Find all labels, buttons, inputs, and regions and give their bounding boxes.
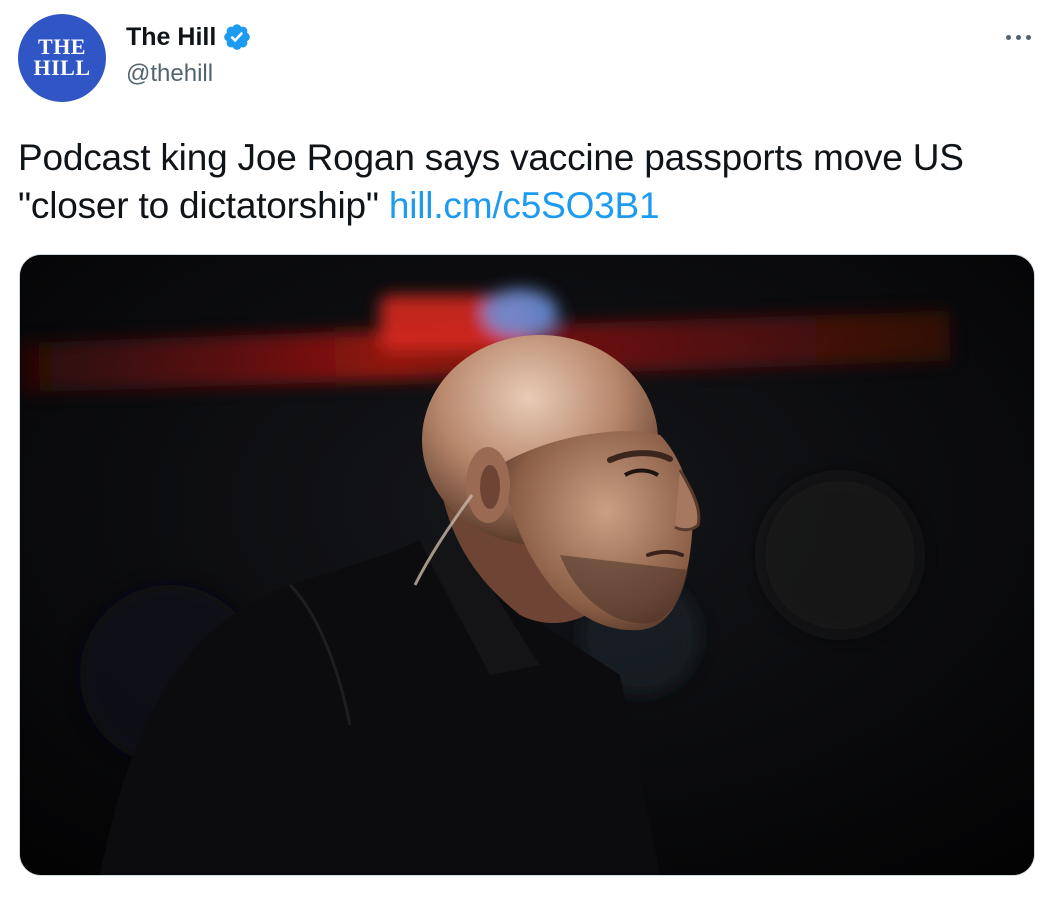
author-handle[interactable]: @thehill — [126, 60, 213, 88]
tweet-link[interactable]: hill.cm/c5SO3B1 — [389, 185, 660, 226]
photo-image — [20, 255, 1034, 875]
author-display-name[interactable]: The Hill — [126, 23, 216, 52]
tweet-photo[interactable] — [19, 254, 1035, 876]
more-dot-icon — [1015, 34, 1021, 40]
more-options-button[interactable] — [996, 22, 1040, 52]
avatar[interactable]: THE HILL — [18, 14, 106, 102]
avatar-text-line2: HILL — [33, 55, 91, 80]
tweet-text: Podcast king Joe Rogan says vaccine pass… — [18, 134, 1038, 230]
verified-badge-icon — [224, 24, 251, 50]
tweet-card: THE HILL The Hill @thehill Podcast king … — [0, 0, 1056, 898]
more-dot-icon — [1025, 34, 1031, 40]
author-name-row: The Hill — [126, 22, 252, 52]
more-dot-icon — [1005, 34, 1011, 40]
